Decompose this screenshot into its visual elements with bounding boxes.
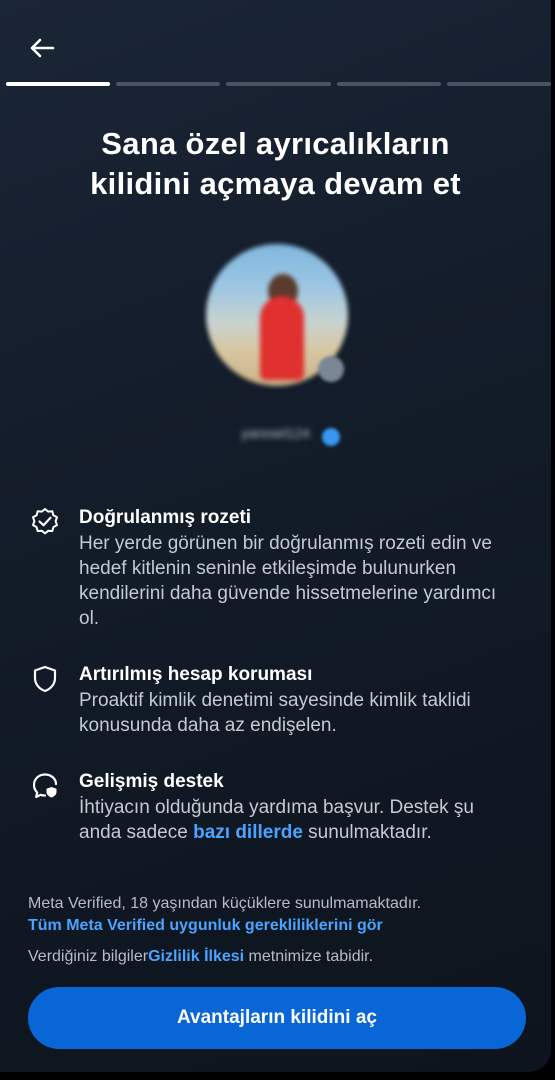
progress-segment [226,82,331,86]
step-progress [6,82,551,86]
feature-description: Her yerde görünen bir doğrulanmış rozeti… [79,533,497,629]
feature-verified-badge: Doğrulanmış rozeti Her yerde görünen bir… [30,505,521,631]
support-shield-icon [32,773,58,799]
page-title-line-2: kilidini açmaya devam et [90,166,461,201]
progress-segment [6,82,111,86]
avatar-badge [318,356,344,382]
privacy-policy-link[interactable]: Gizlilik İlkesi [148,948,244,965]
meta-verified-sheet: Sana özel ayrıcalıkların kilidini açmaya… [0,0,551,1072]
feature-title: Doğrulanmış rozeti [79,507,252,528]
username: yaresel124 [241,425,310,441]
privacy-notice: Verdiğiniz bilgilerGizlilik İlkesi metni… [28,948,374,965]
feature-description: Proaktif kimlik denetimi sayesinde kimli… [79,690,471,736]
feature-title: Gelişmiş destek [79,771,224,792]
requirements-link-row: Tüm Meta Verified uygunluk gereklilikler… [28,915,531,937]
page-title: Sana özel ayrıcalıkların kilidini açmaya… [30,124,521,204]
feature-title: Artırılmış hesap koruması [79,664,313,685]
progress-segment [446,82,551,86]
progress-segment [116,82,221,86]
verified-badge-icon [322,428,340,446]
verified-badge-icon [32,508,58,535]
back-button[interactable] [28,34,56,62]
some-languages-link[interactable]: bazı dillerde [193,822,303,843]
feature-account-protection: Artırılmış hesap koruması Proaktif kimli… [30,662,521,738]
age-notice: Meta Verified, 18 yaşından küçüklere sun… [28,895,422,912]
feature-description: İhtiyacın olduğunda yardıma başvur. Dest… [79,797,475,843]
arrow-left-icon [30,38,55,58]
feature-enhanced-support: Gelişmiş destek İhtiyacın olduğunda yard… [30,769,521,845]
page-title-line-1: Sana özel ayrıcalıkların [101,126,450,161]
shield-icon [33,665,57,693]
unlock-benefits-button[interactable]: Avantajların kilidini aç [28,987,526,1049]
requirements-link[interactable]: Tüm Meta Verified uygunluk gereklilikler… [28,917,383,934]
progress-segment [336,82,441,86]
